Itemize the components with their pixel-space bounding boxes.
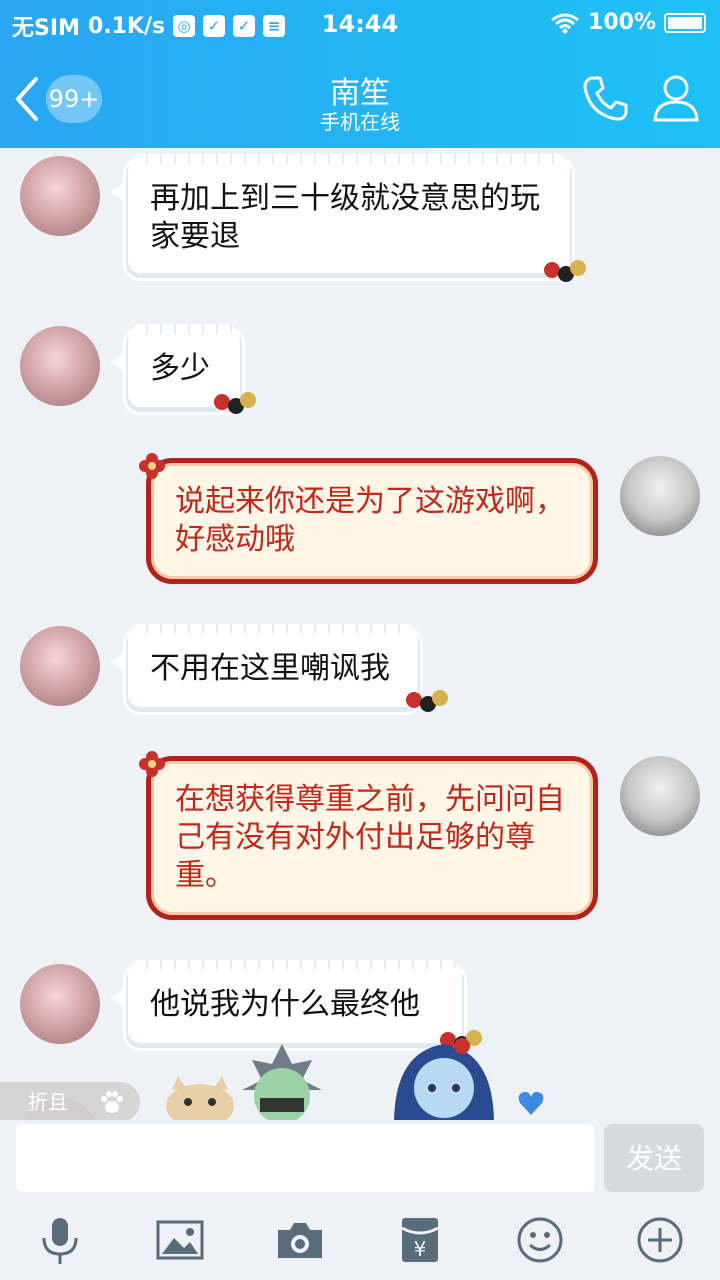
heart-icon xyxy=(518,1091,544,1115)
emoji-icon[interactable] xyxy=(514,1214,566,1266)
svg-text:¥: ¥ xyxy=(414,1237,427,1261)
message-text: 再加上到三十级就没意思的玩家要退 xyxy=(150,181,540,254)
wifi-icon xyxy=(551,13,579,33)
fold-label: 折且 xyxy=(28,1090,68,1114)
bubble-sticker-icon xyxy=(544,258,586,286)
message-text: 多少 xyxy=(150,351,210,386)
snow-decoration xyxy=(134,324,234,334)
red-packet-icon[interactable]: ¥ xyxy=(394,1214,446,1266)
status-bar: 无SIM 0.1K/s ◎ ✓ ✓ ≡ 14:44 100% xyxy=(0,0,720,50)
send-button[interactable]: 发送 xyxy=(604,1124,704,1192)
bubble-sticker-icon xyxy=(406,688,448,716)
contact-avatar[interactable] xyxy=(20,326,100,406)
message-text: 说起来你还是为了这游戏啊，好感动哦 xyxy=(175,484,565,557)
message-text: 不用在这里嘲讽我 xyxy=(150,651,390,686)
battery-percent: 100% xyxy=(588,10,656,35)
flower-icon xyxy=(139,751,165,777)
contact-avatar[interactable] xyxy=(20,964,100,1044)
flower-icon xyxy=(139,453,165,479)
chat-header: 无SIM 0.1K/s ◎ ✓ ✓ ≡ 14:44 100% 99+ 南笙 手机… xyxy=(0,0,720,148)
profile-icon[interactable] xyxy=(652,72,700,124)
message-text: 在想获得尊重之前，先问问自己有没有对外付出足够的尊重。 xyxy=(175,782,565,893)
contact-avatar[interactable] xyxy=(20,626,100,706)
snow-decoration xyxy=(134,960,456,970)
message-bubble-outgoing[interactable]: 在想获得尊重之前，先问问自己有没有对外付出足够的尊重。 xyxy=(139,751,598,920)
input-bar: 发送 xyxy=(0,1120,720,1200)
battery-icon xyxy=(664,12,706,33)
paw-icon xyxy=(101,1091,123,1113)
snow-decoration xyxy=(134,154,564,164)
message-bubble-outgoing[interactable]: 说起来你还是为了这游戏啊，好感动哦 xyxy=(139,453,598,584)
message-input[interactable] xyxy=(16,1124,594,1192)
character-sticker-icon xyxy=(394,1038,494,1120)
camera-icon[interactable] xyxy=(274,1214,326,1266)
bubble-sticker-icon xyxy=(214,390,256,418)
plus-icon[interactable] xyxy=(634,1214,686,1266)
mic-icon[interactable] xyxy=(34,1214,86,1266)
cat-sticker-icon xyxy=(166,1076,234,1120)
character-sticker-icon xyxy=(242,1044,322,1120)
message-bubble-incoming[interactable]: 不用在这里嘲讽我 xyxy=(110,624,420,712)
phone-icon[interactable] xyxy=(580,72,632,124)
message-list[interactable]: 再加上到三十级就没意思的玩家要退 多少 说起来你还是为了这游戏啊，好感动哦 不用… xyxy=(0,148,720,1120)
my-avatar[interactable] xyxy=(620,456,700,536)
image-icon[interactable] xyxy=(154,1214,206,1266)
my-avatar[interactable] xyxy=(620,756,700,836)
input-toolbar: ¥ xyxy=(0,1200,720,1280)
message-text: 他说我为什么最终他 xyxy=(150,987,420,1022)
snow-decoration xyxy=(134,624,412,634)
contact-avatar[interactable] xyxy=(20,156,100,236)
fold-button[interactable]: 折且 xyxy=(0,1082,140,1122)
message-bubble-incoming[interactable]: 再加上到三十级就没意思的玩家要退 xyxy=(110,154,572,278)
